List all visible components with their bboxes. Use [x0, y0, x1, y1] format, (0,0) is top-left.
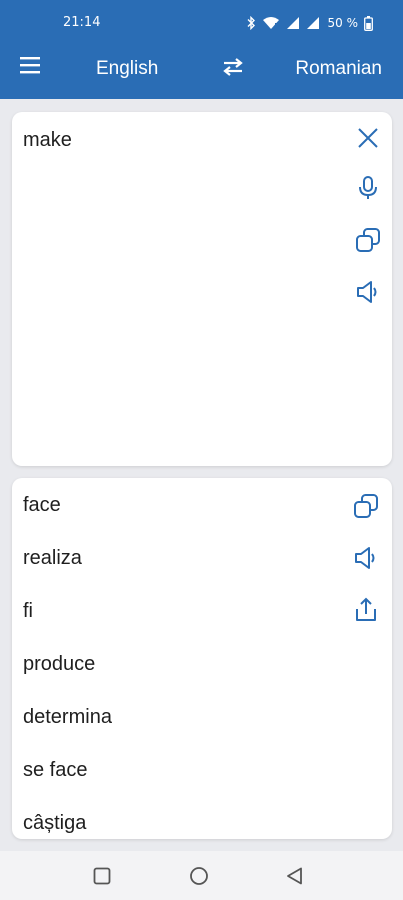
status-bar: 21:14 50 %	[0, 0, 403, 36]
result-item[interactable]: se face	[23, 757, 332, 810]
target-language-button[interactable]: Romanian	[295, 58, 382, 80]
close-icon[interactable]	[354, 124, 382, 152]
swap-icon[interactable]	[220, 56, 246, 80]
share-icon[interactable]	[352, 596, 380, 624]
result-item[interactable]: determina	[23, 704, 332, 757]
copy-icon[interactable]	[352, 492, 380, 520]
speaker-icon[interactable]	[354, 278, 382, 306]
app-bar: English Romanian	[0, 36, 403, 99]
output-card: face realiza fi produce determina se fac…	[12, 478, 392, 839]
status-time: 21:14	[63, 15, 101, 30]
back-triangle-icon[interactable]	[284, 865, 306, 887]
signal-icon	[286, 16, 300, 30]
result-item[interactable]: produce	[23, 651, 332, 704]
result-item[interactable]: câștiga	[23, 810, 332, 839]
result-item[interactable]: face	[23, 492, 332, 545]
battery-percent: 50 %	[327, 16, 359, 30]
home-circle-icon[interactable]	[188, 865, 210, 887]
battery-icon	[364, 15, 373, 31]
result-item[interactable]: fi	[23, 598, 332, 651]
wifi-icon	[262, 16, 280, 30]
recents-square-icon[interactable]	[91, 865, 113, 887]
translation-results: face realiza fi produce determina se fac…	[23, 492, 332, 839]
input-card: make	[12, 112, 392, 466]
menu-icon[interactable]	[18, 55, 46, 81]
copy-icon[interactable]	[354, 226, 382, 254]
source-language-button[interactable]: English	[96, 58, 158, 80]
status-icons: 50 %	[246, 14, 374, 32]
signal-icon	[306, 16, 320, 30]
system-nav-bar	[0, 851, 403, 900]
bluetooth-icon	[246, 16, 256, 30]
result-item[interactable]: realiza	[23, 545, 332, 598]
microphone-icon[interactable]	[354, 174, 382, 202]
input-text[interactable]: make	[23, 128, 72, 152]
speaker-icon[interactable]	[352, 544, 380, 572]
